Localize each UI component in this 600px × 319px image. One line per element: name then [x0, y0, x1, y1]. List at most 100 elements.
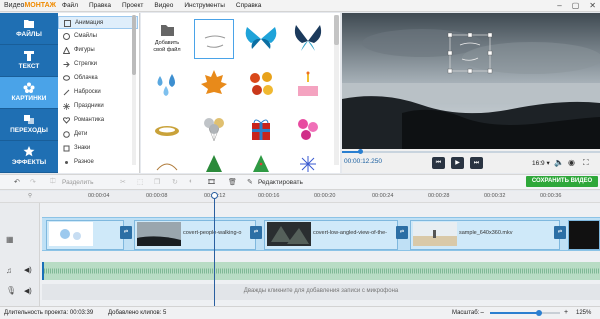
category-kids[interactable]: Дети: [58, 128, 138, 141]
sticker-flowers[interactable]: [288, 109, 328, 149]
maximize-icon[interactable]: ▢: [572, 1, 580, 10]
flowers-icon: [298, 119, 318, 140]
menu-tools[interactable]: Инструменты: [184, 2, 225, 9]
audio-track[interactable]: [42, 262, 600, 280]
video-preview[interactable]: [342, 13, 600, 149]
balloons-icon: [204, 118, 224, 142]
category-sketches[interactable]: Наброски: [58, 86, 138, 99]
water-drops-icon: [157, 74, 175, 96]
nav-transitions[interactable]: ПЕРЕХОДЫ: [0, 109, 58, 141]
split-button[interactable]: Разделить: [62, 179, 93, 186]
category-romance[interactable]: Романтика: [58, 114, 138, 127]
transition-marker[interactable]: ⇄: [554, 226, 566, 239]
sticker-drops[interactable]: [147, 64, 187, 104]
category-holidays[interactable]: Праздники: [58, 100, 138, 113]
video-clip[interactable]: covert-low-angled-view-of-the-: [264, 220, 398, 250]
zoom-slider[interactable]: [490, 310, 560, 316]
zoom-out-icon[interactable]: −: [480, 310, 484, 317]
rotate-icon[interactable]: ↻: [172, 178, 178, 186]
video-clip[interactable]: sample_640x360.mkv: [410, 220, 560, 250]
nav-files[interactable]: ФАЙЛЫ: [0, 13, 58, 45]
sticker-butterfly-dark[interactable]: [288, 19, 328, 59]
next-frame-button[interactable]: ⏭: [470, 157, 483, 169]
edit-icon[interactable]: ✎: [247, 178, 253, 186]
sticker-autumn-leaves[interactable]: [241, 64, 281, 104]
video-track[interactable]: ⇄ covert-people-walking-o ⇄ covert-low-a…: [42, 217, 600, 251]
video-clip[interactable]: [46, 220, 124, 250]
video-clip[interactable]: covert-people-walking-o: [134, 220, 256, 250]
redo-icon[interactable]: ↷: [30, 178, 36, 186]
main-menu: Файл Правка Проект Видео Инструменты Спр…: [62, 2, 261, 9]
copy-icon[interactable]: ❐: [154, 178, 160, 186]
prev-frame-button[interactable]: ⏮: [432, 157, 445, 169]
maple-leaf-icon: [201, 70, 227, 94]
zoom-icon[interactable]: ⚲: [28, 193, 32, 199]
speaker-icon[interactable]: ◀): [24, 266, 32, 274]
transition-marker[interactable]: ⇄: [396, 226, 408, 239]
category-misc[interactable]: Разное: [58, 156, 138, 169]
snapshot-icon[interactable]: ◉: [568, 158, 575, 167]
microphone-track[interactable]: Дважды кликните для добавления записи с …: [42, 284, 600, 300]
undo-icon[interactable]: ↶: [14, 178, 20, 186]
text-icon: [24, 51, 34, 61]
adjust-icon[interactable]: ◐: [189, 178, 193, 185]
clip-name: covert-people-walking-o: [183, 230, 242, 236]
play-button[interactable]: ▶: [451, 157, 464, 169]
minimize-icon[interactable]: –: [557, 1, 561, 10]
firework-icon: [63, 103, 70, 110]
sticker-butterfly-blue[interactable]: [241, 19, 281, 59]
menu-edit[interactable]: Правка: [89, 2, 111, 9]
category-smileys[interactable]: Смайлы: [58, 30, 138, 43]
add-own-file-button[interactable]: Добавить свой файл: [147, 19, 187, 59]
sticker-sketch[interactable]: [194, 19, 234, 59]
status-bar: Длительность проекта: 00:03:39 Добавлено…: [0, 306, 600, 319]
sticker-grid: Добавить свой файл: [141, 13, 340, 173]
delete-icon[interactable]: 🗑: [228, 178, 237, 186]
audio-waveform: [42, 262, 600, 280]
menu-file[interactable]: Файл: [62, 2, 78, 9]
nav-text[interactable]: ТЕКСТ: [0, 45, 58, 77]
category-animation[interactable]: Анимация: [58, 16, 138, 29]
sticker-maple-leaf[interactable]: [194, 64, 234, 104]
misc-icon: [65, 161, 68, 164]
transition-marker[interactable]: ⇄: [120, 226, 132, 239]
butterfly-icon: [245, 27, 277, 49]
sticker-gift[interactable]: [241, 109, 281, 149]
menu-video[interactable]: Видео: [154, 2, 173, 9]
fullscreen-icon[interactable]: ⛶: [583, 158, 589, 168]
speaker-icon[interactable]: ◀): [24, 287, 32, 295]
video-clip[interactable]: [568, 220, 600, 250]
nav-pictures[interactable]: КАРТИНКИ: [0, 77, 58, 109]
menu-help[interactable]: Справка: [236, 2, 262, 9]
ruler-tick: 00:00:24: [372, 193, 394, 199]
save-video-button[interactable]: СОХРАНИТЬ ВИДЕО: [526, 176, 598, 187]
zoom-in-icon[interactable]: +: [564, 309, 568, 316]
category-signs[interactable]: Знаки: [58, 142, 138, 155]
sticker-grid-scrollbar[interactable]: [334, 15, 339, 165]
nav-effects[interactable]: ЭФФЕКТЫ: [0, 141, 58, 173]
clip-thumbnail: [49, 222, 93, 246]
edit-button[interactable]: Редактировать: [258, 179, 303, 186]
category-clouds[interactable]: Облачка: [58, 72, 138, 85]
playhead[interactable]: [211, 192, 218, 306]
menu-project[interactable]: Проект: [122, 2, 143, 9]
sticker-balloons[interactable]: [194, 109, 234, 149]
split-icon[interactable]: ⎅: [50, 178, 56, 186]
timeline-ruler[interactable]: ⚲ 00:00:04 00:00:08 00:00:12 00:00:16 00…: [0, 191, 600, 203]
clip-name: sample_640x360.mkv: [459, 230, 513, 236]
aspect-ratio-select[interactable]: 16:9 ▾: [532, 159, 550, 167]
category-scrollbar[interactable]: [132, 15, 136, 165]
volume-icon[interactable]: 🔈: [554, 158, 564, 167]
film-icon[interactable]: 🎞: [207, 178, 216, 186]
transition-marker[interactable]: ⇄: [250, 226, 262, 239]
category-arrows[interactable]: Стрелки: [58, 58, 138, 71]
sticker-category-list: Анимация Смайлы Фигуры Стрелки Облачка Н…: [58, 13, 140, 173]
window-controls: – ▢ ✕: [557, 1, 596, 10]
sticker-wreath[interactable]: [147, 109, 187, 149]
sticker-cake[interactable]: [288, 64, 328, 104]
crop-icon[interactable]: ⬚: [137, 178, 144, 186]
preview-progress[interactable]: [342, 149, 600, 154]
close-icon[interactable]: ✕: [589, 1, 596, 10]
cut-icon[interactable]: ✂: [120, 178, 126, 186]
category-shapes[interactable]: Фигуры: [58, 44, 138, 57]
